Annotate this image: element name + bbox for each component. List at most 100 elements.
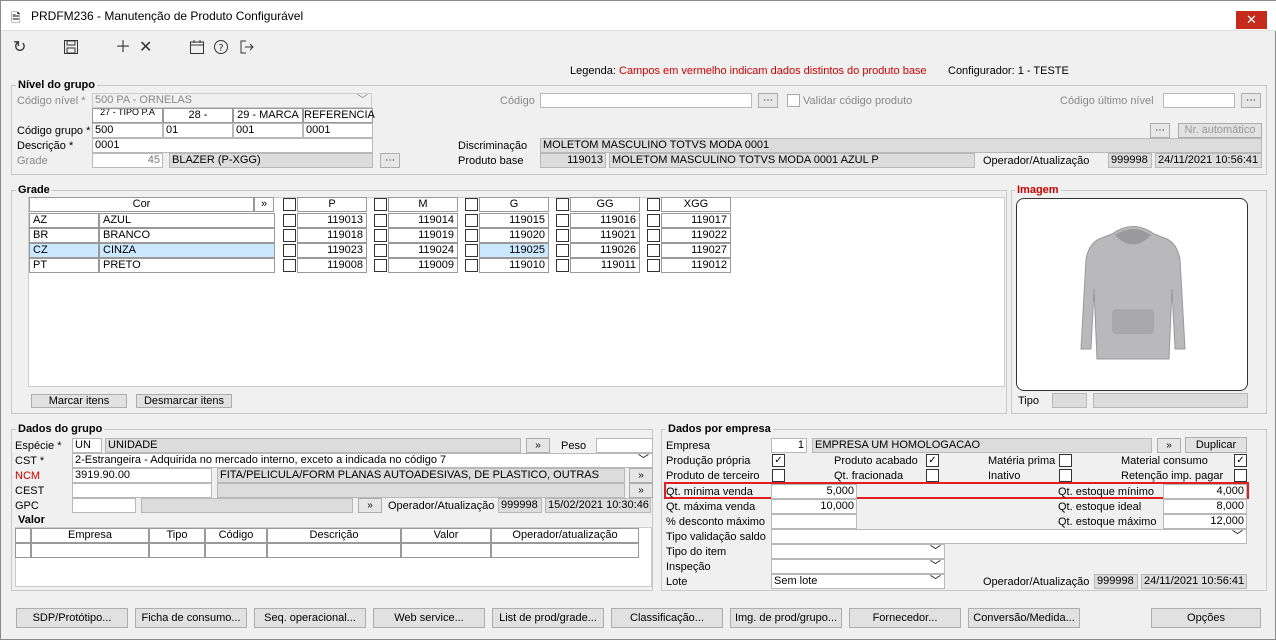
grade-product-cell[interactable]: 119026	[570, 243, 640, 258]
grade-cell-checkbox[interactable]	[374, 259, 387, 272]
cor-code-cell[interactable]: CZ	[29, 243, 99, 258]
grade-product-cell[interactable]: 119020	[479, 228, 549, 243]
codigo-grupo-tipo[interactable]: 500	[92, 123, 163, 138]
grade-lookup-button[interactable]: ⋯	[380, 153, 400, 168]
retencao-checkbox[interactable]	[1234, 469, 1247, 482]
empresa-code[interactable]: 1	[771, 438, 807, 453]
grade-cell-checkbox[interactable]	[283, 229, 296, 242]
grade-cell-checkbox[interactable]	[647, 244, 660, 257]
refresh-icon[interactable]: ↻	[13, 39, 26, 57]
grade-cell-checkbox[interactable]	[374, 214, 387, 227]
grade-product-cell[interactable]: 119012	[661, 258, 731, 273]
gpc-lookup-button[interactable]: »	[358, 498, 382, 513]
grade-product-cell[interactable]: 119023	[297, 243, 367, 258]
grade-cell-checkbox[interactable]	[283, 259, 296, 272]
help-icon[interactable]: ?	[213, 39, 229, 60]
grade-product-cell[interactable]: 119014	[388, 213, 458, 228]
size-select-checkbox[interactable]	[556, 198, 569, 211]
qt-max-venda-input[interactable]: 10,000	[771, 499, 857, 514]
bottom-button[interactable]: SDP/Protótipo...	[16, 608, 128, 628]
cor-name-cell[interactable]: CINZA	[99, 243, 275, 258]
codigo-grupo-referencia[interactable]: 0001	[303, 123, 373, 138]
grade-cell-checkbox[interactable]	[556, 229, 569, 242]
codigo-nivel-select[interactable]: 500 PA - ORNELAS ﹀	[92, 93, 372, 108]
grade-product-cell[interactable]: 119008	[297, 258, 367, 273]
grade-cell-checkbox[interactable]	[647, 214, 660, 227]
grade-product-cell[interactable]: 119010	[479, 258, 549, 273]
cor-code-cell[interactable]: PT	[29, 258, 99, 273]
grade-product-cell[interactable]: 119015	[479, 213, 549, 228]
size-select-checkbox[interactable]	[374, 198, 387, 211]
qt-est-max-input[interactable]: 12,000	[1163, 514, 1247, 529]
valor-cell[interactable]	[401, 543, 491, 558]
produto-terceiro-checkbox[interactable]	[772, 469, 785, 482]
grade-cell-checkbox[interactable]	[465, 244, 478, 257]
grade-cell-checkbox[interactable]	[647, 229, 660, 242]
grade-product-cell[interactable]: 119024	[388, 243, 458, 258]
bottom-button[interactable]: Fornecedor...	[849, 608, 961, 628]
bottom-button[interactable]: Ficha de consumo...	[135, 608, 247, 628]
nr-automatico-button[interactable]: Nr. automático	[1178, 123, 1262, 138]
codigo-grupo-genero[interactable]: 01	[163, 123, 233, 138]
valor-cell[interactable]	[31, 543, 149, 558]
grade-cell-checkbox[interactable]	[647, 259, 660, 272]
bottom-button[interactable]: Opções	[1151, 608, 1261, 628]
tipo-validacao-select[interactable]: ﹀	[771, 529, 1247, 544]
grade-product-cell[interactable]: 119022	[661, 228, 731, 243]
grade-cell-checkbox[interactable]	[556, 214, 569, 227]
qt-est-min-input[interactable]: 4,000	[1163, 484, 1247, 499]
codigo-grupo-marca[interactable]: 001	[233, 123, 303, 138]
desc-max-input[interactable]	[771, 514, 857, 529]
grade-cell-checkbox[interactable]	[465, 214, 478, 227]
bottom-button[interactable]: Web service...	[373, 608, 485, 628]
grade-cell-checkbox[interactable]	[465, 229, 478, 242]
empresa-lookup-button[interactable]: »	[1157, 438, 1181, 453]
duplicar-button[interactable]: Duplicar	[1185, 437, 1247, 453]
valor-row-selector[interactable]	[15, 543, 31, 558]
gpc-code[interactable]	[72, 498, 136, 513]
cor-code-cell[interactable]: BR	[29, 228, 99, 243]
grade-cell-checkbox[interactable]	[374, 229, 387, 242]
especie-lookup-button[interactable]: »	[526, 438, 550, 453]
calendar-icon[interactable]	[189, 39, 205, 60]
grade-cell-checkbox[interactable]	[283, 214, 296, 227]
inspecao-select[interactable]: ﹀	[771, 559, 945, 574]
codigo-lookup-button[interactable]: ⋯	[758, 93, 778, 108]
add-icon[interactable]: ＋	[115, 39, 131, 57]
grade-product-cell[interactable]: 119013	[297, 213, 367, 228]
grade-cell-checkbox[interactable]	[556, 244, 569, 257]
peso-input[interactable]	[596, 438, 653, 453]
grade-product-cell[interactable]: 119027	[661, 243, 731, 258]
marcar-itens-button[interactable]: Marcar itens	[31, 394, 127, 408]
grade-product-cell[interactable]: 119011	[570, 258, 640, 273]
bottom-button[interactable]: List de prod/grade...	[492, 608, 604, 628]
grade-number[interactable]: 45	[92, 153, 163, 168]
cest-lookup-button[interactable]: »	[629, 483, 653, 498]
cor-expand-button[interactable]: »	[254, 197, 274, 212]
bottom-button[interactable]: Seq. operacional...	[254, 608, 366, 628]
bottom-button[interactable]: Conversão/Medida...	[968, 608, 1080, 628]
size-select-checkbox[interactable]	[465, 198, 478, 211]
validar-checkbox[interactable]	[787, 94, 800, 107]
ultimo-nivel-input[interactable]	[1163, 93, 1235, 108]
grade-product-cell[interactable]: 119017	[661, 213, 731, 228]
nr-lookup-button[interactable]: ⋯	[1150, 123, 1170, 138]
bottom-button[interactable]: Classificação...	[611, 608, 723, 628]
produto-acabado-checkbox[interactable]: ✓	[926, 454, 939, 467]
grade-product-cell[interactable]: 119016	[570, 213, 640, 228]
materia-prima-checkbox[interactable]	[1059, 454, 1072, 467]
lote-select[interactable]: Sem lote ﹀	[771, 574, 945, 589]
qt-fracionada-checkbox[interactable]	[926, 469, 939, 482]
ncm-lookup-button[interactable]: »	[629, 468, 653, 483]
size-select-checkbox[interactable]	[283, 198, 296, 211]
codigo-input[interactable]	[540, 93, 752, 108]
size-select-checkbox[interactable]	[647, 198, 660, 211]
grade-cell-checkbox[interactable]	[465, 259, 478, 272]
especie-code[interactable]: UN	[72, 438, 102, 453]
valor-cell[interactable]	[267, 543, 401, 558]
grade-cell-checkbox[interactable]	[556, 259, 569, 272]
valor-cell[interactable]	[491, 543, 639, 558]
grade-product-cell[interactable]: 119018	[297, 228, 367, 243]
material-consumo-checkbox[interactable]: ✓	[1234, 454, 1247, 467]
grade-product-cell[interactable]: 119021	[570, 228, 640, 243]
